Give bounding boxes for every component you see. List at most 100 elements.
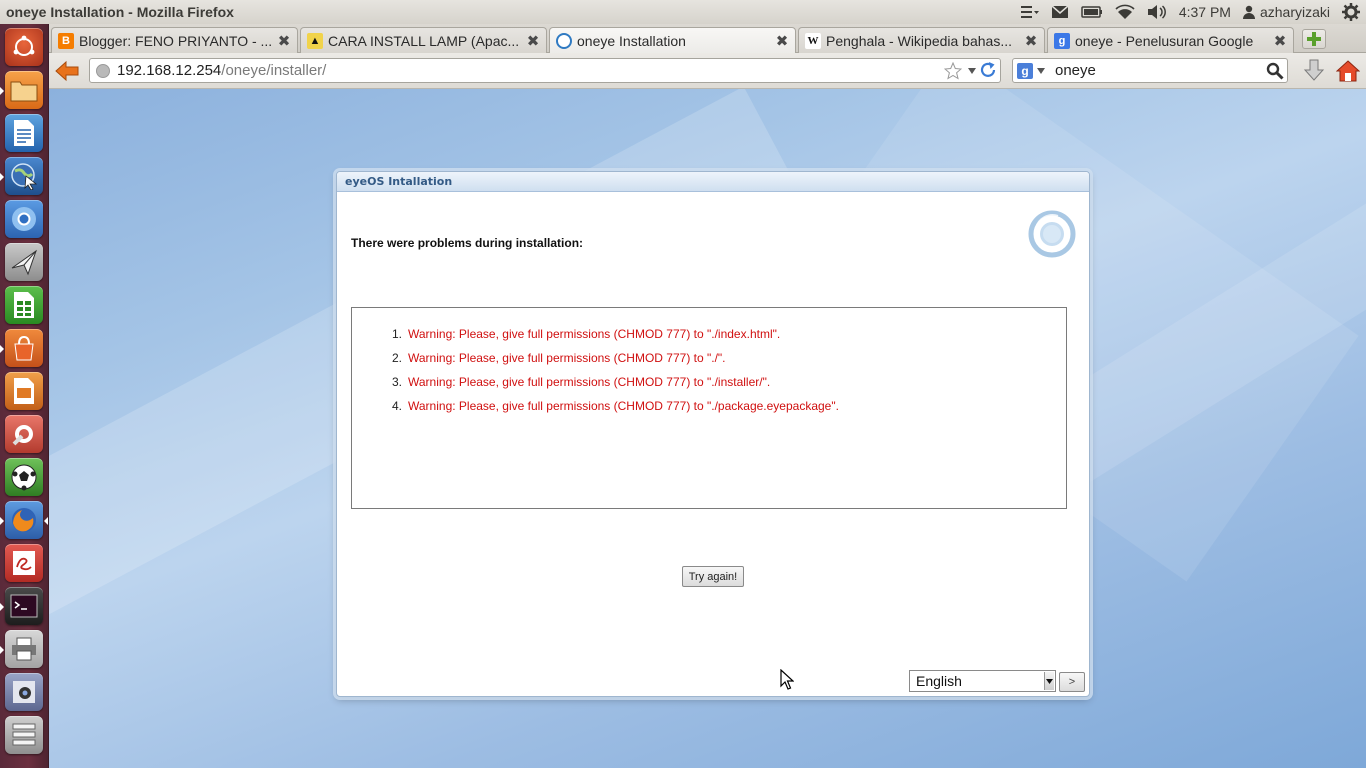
install-dialog: eyeOS Intallation There were problems du… [336, 171, 1090, 697]
terminal-icon[interactable] [5, 587, 43, 625]
user-icon [1242, 5, 1255, 19]
site-identity-icon[interactable] [96, 64, 110, 78]
warning-item: 4. Warning: Please, give full permission… [376, 394, 839, 418]
launcher-focused-pip [44, 517, 48, 525]
navigation-toolbar: 192.168.12.254/oneye/installer/ g oneye [49, 53, 1366, 89]
wifi-icon[interactable] [1109, 0, 1141, 24]
printer-icon[interactable] [5, 630, 43, 668]
mouse-pointer-icon [780, 669, 794, 690]
warning-number: 3. [391, 375, 402, 389]
warning-item: 1. Warning: Please, give full permission… [376, 322, 839, 346]
files-icon[interactable] [5, 71, 43, 109]
close-icon[interactable]: ✖ [526, 33, 540, 48]
url-host: 192.168.12.254 [117, 62, 222, 79]
warning-box: 1. Warning: Please, give full permission… [351, 307, 1067, 509]
libreoffice-impress-icon[interactable] [5, 372, 43, 410]
send-mail-plane-icon[interactable] [5, 243, 43, 281]
volume-icon[interactable] [1141, 0, 1173, 24]
dialog-title: eyeOS Intallation [345, 175, 453, 188]
google-icon: g [1054, 32, 1070, 49]
url-path: /oneye/installer/ [221, 62, 327, 79]
warning-item: 3. Warning: Please, give full permission… [376, 370, 839, 394]
search-icon [1266, 62, 1284, 80]
close-icon[interactable]: ✖ [775, 34, 789, 49]
dash-home-icon[interactable] [5, 28, 43, 66]
downloads-button[interactable] [1301, 58, 1327, 84]
session-gear-icon[interactable] [1336, 0, 1366, 24]
indicator-area: 4:37 PM azharyizaki [1015, 0, 1366, 24]
close-icon[interactable]: ✖ [277, 33, 291, 48]
warning-text: Warning: Please, give full permissions (… [408, 375, 771, 389]
tab-label: Blogger: FENO PRIYANTO - ... [79, 32, 273, 49]
software-center-icon[interactable] [5, 329, 43, 367]
chevron-down-icon[interactable] [1044, 672, 1054, 690]
url-bar[interactable]: 192.168.12.254/oneye/installer/ [89, 58, 1001, 83]
url-history-dropdown-icon[interactable] [968, 68, 976, 74]
warning-text: Warning: Please, give full permissions (… [408, 351, 726, 365]
firefox-icon[interactable] [5, 501, 43, 539]
wikipedia-icon: W [805, 32, 821, 49]
back-arrow-icon [55, 60, 79, 82]
warning-text: Warning: Please, give full permissions (… [408, 399, 839, 413]
launcher-running-pip [0, 345, 4, 353]
chromium-icon[interactable] [5, 200, 43, 238]
close-icon[interactable]: ✖ [1024, 33, 1038, 48]
battery-icon[interactable] [1075, 0, 1109, 24]
download-arrow-icon [1303, 59, 1325, 81]
reload-button[interactable] [979, 61, 997, 79]
libreoffice-writer-icon[interactable] [5, 114, 43, 152]
clock[interactable]: 4:37 PM [1173, 0, 1237, 24]
tab-oneye-installation[interactable]: oneye Installation ✖ [549, 27, 796, 54]
launcher-running-pip [0, 87, 4, 95]
home-button[interactable] [1334, 57, 1362, 85]
tux-icon: ▲ [307, 32, 323, 49]
language-select[interactable]: English [909, 670, 1056, 692]
warning-list: 1. Warning: Please, give full permission… [376, 322, 839, 418]
warning-item: 2. Warning: Please, give full permission… [376, 346, 839, 370]
soccer-game-icon[interactable] [5, 458, 43, 496]
page-content: eyeOS Intallation There were problems du… [49, 89, 1366, 768]
network-globe-icon[interactable] [5, 157, 43, 195]
mail-icon[interactable] [1045, 0, 1075, 24]
eyeos-logo-icon [1028, 210, 1076, 258]
workspace-switcher-icon[interactable] [5, 716, 43, 754]
top-panel: oneye Installation - Mozilla Firefox 4:3… [0, 0, 1366, 24]
launcher-running-pip [0, 646, 4, 654]
tab-label: CARA INSTALL LAMP (Apac... [328, 32, 520, 49]
tab-blogger[interactable]: B Blogger: FENO PRIYANTO - ... ✖ [51, 27, 298, 53]
text-editor-icon[interactable] [5, 544, 43, 582]
new-tab-button[interactable] [1302, 29, 1326, 49]
tab-cara-install-lamp[interactable]: ▲ CARA INSTALL LAMP (Apac... ✖ [300, 27, 547, 53]
system-settings-icon[interactable] [5, 415, 43, 453]
launcher-running-pip [0, 517, 4, 525]
dialog-titlebar[interactable]: eyeOS Intallation [337, 172, 1089, 192]
search-go-button[interactable] [1265, 61, 1285, 81]
launcher-running-pip [0, 173, 4, 181]
google-search-engine-icon[interactable]: g [1017, 62, 1033, 79]
tab-label: Penghala - Wikipedia bahas... [826, 32, 1012, 49]
reload-icon [980, 62, 996, 77]
launcher-running-pip [0, 603, 4, 611]
tab-wikipedia[interactable]: W Penghala - Wikipedia bahas... ✖ [798, 27, 1045, 53]
user-name: azharyizaki [1259, 4, 1330, 20]
bookmark-star-icon[interactable] [943, 61, 963, 84]
search-engine-dropdown-icon[interactable] [1037, 67, 1045, 74]
try-again-button[interactable]: Try again! [682, 566, 744, 587]
warning-text: Warning: Please, give full permissions (… [408, 327, 781, 341]
search-input[interactable]: oneye [1055, 62, 1096, 79]
warning-number: 4. [391, 399, 402, 413]
blogger-icon: B [58, 32, 74, 49]
language-go-button[interactable]: > [1059, 672, 1085, 692]
plus-icon [1307, 32, 1321, 46]
back-button[interactable] [54, 58, 80, 84]
close-icon[interactable]: ✖ [1273, 33, 1287, 48]
user-menu[interactable]: azharyizaki [1237, 0, 1336, 24]
tab-google-search[interactable]: g oneye - Penelusuran Google ✖ [1047, 27, 1294, 53]
keyboard-indicator-icon[interactable] [1015, 0, 1045, 24]
search-bar[interactable]: g oneye [1012, 58, 1288, 83]
window-title: oneye Installation - Mozilla Firefox [6, 4, 234, 20]
libreoffice-calc-icon[interactable] [5, 286, 43, 324]
eyeos-icon [556, 33, 572, 49]
language-selected-value: English [916, 673, 962, 689]
webcam-app-icon[interactable] [5, 673, 43, 711]
